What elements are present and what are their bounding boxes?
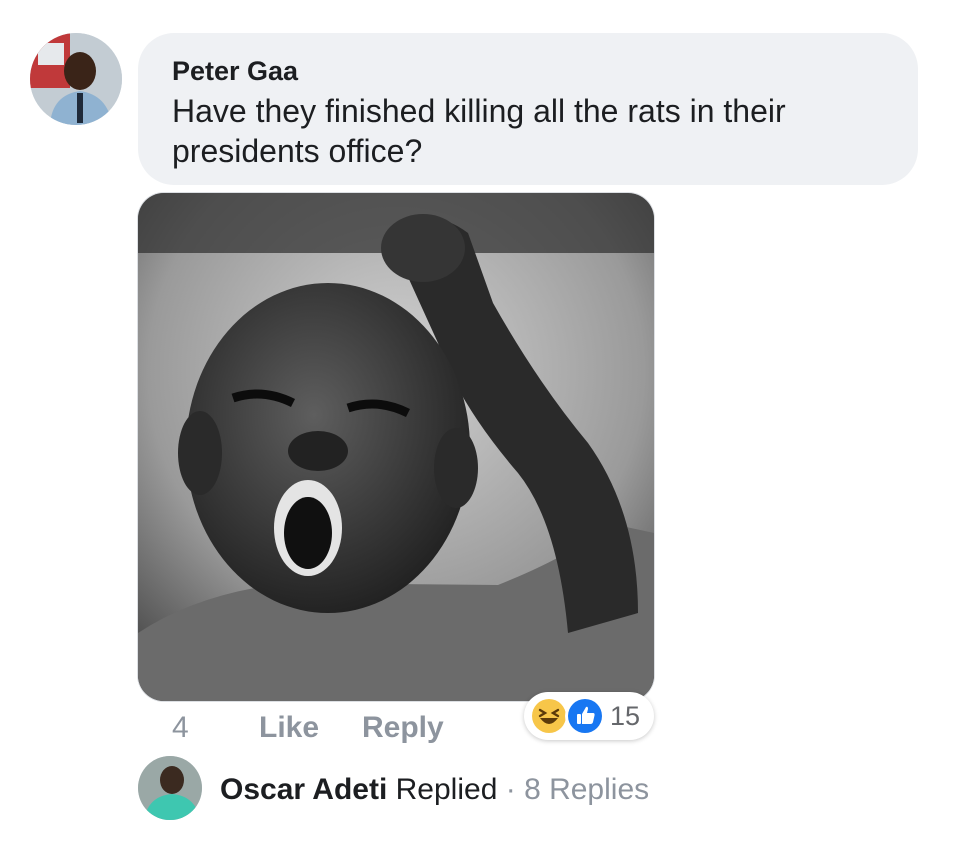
comment-bubble: Peter Gaa Have they finished killing all… xyxy=(138,33,918,185)
replies-summary[interactable]: Oscar Adeti Replied · 8 Replies xyxy=(220,768,649,812)
comment-text-line-1: Have they finished killing all the rats … xyxy=(172,93,786,129)
like-button[interactable]: Like xyxy=(259,706,319,750)
replier-avatar[interactable] xyxy=(138,756,202,820)
reaction-count: 15 xyxy=(610,701,641,731)
haha-icon xyxy=(532,699,566,733)
replies-separator: · xyxy=(505,773,516,806)
reply-button[interactable]: Reply xyxy=(362,706,444,750)
replies-count[interactable]: 8 Replies xyxy=(524,773,649,806)
replier-photo xyxy=(138,756,202,820)
like-thumb-icon xyxy=(568,699,602,733)
photo-image xyxy=(138,193,654,701)
comment-author-name[interactable]: Peter Gaa xyxy=(172,53,884,89)
comment-photo[interactable] xyxy=(138,193,654,701)
commenter-avatar[interactable] xyxy=(30,33,122,125)
reactions-summary[interactable]: 15 xyxy=(524,692,654,740)
replied-label: Replied xyxy=(395,773,498,806)
replier-name[interactable]: Oscar Adeti xyxy=(220,773,387,806)
comment-text-line-2: presidents office? xyxy=(172,133,423,169)
avatar-photo xyxy=(30,33,122,125)
comment-text: Have they finished killing all the rats … xyxy=(172,91,884,171)
